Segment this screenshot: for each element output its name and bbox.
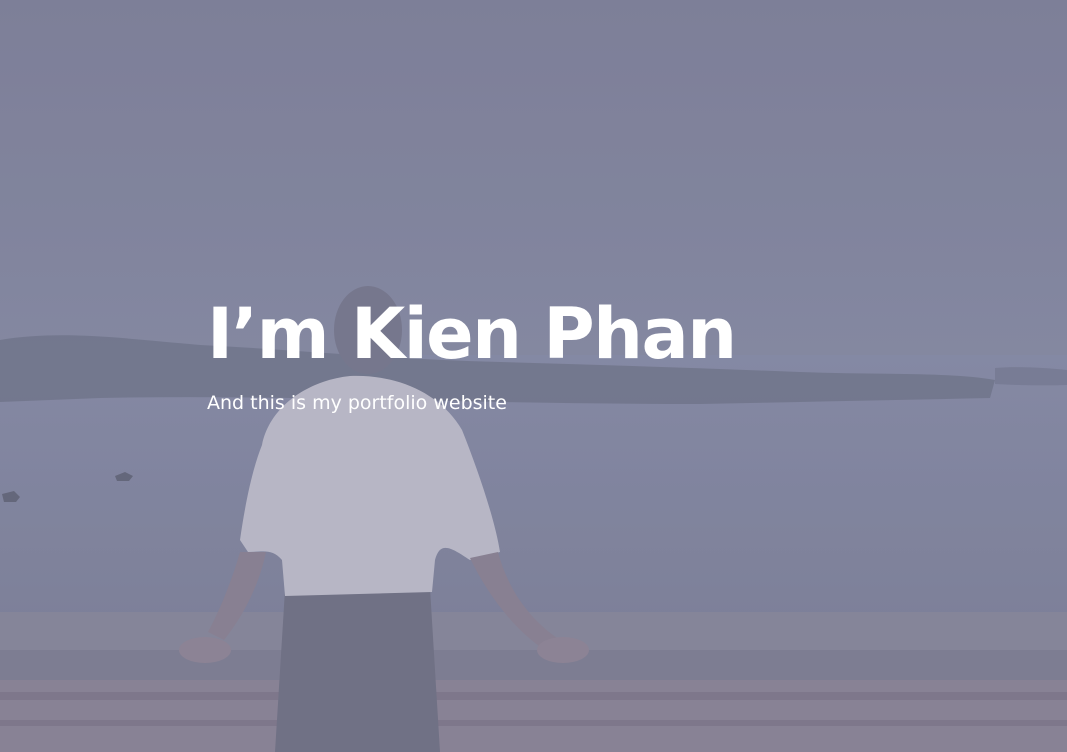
hero-section: I’m Kien Phan And this is my portfolio w… [0,0,1067,752]
hero-title: I’m Kien Phan [207,293,737,375]
hero-subtitle: And this is my portfolio website [207,392,507,414]
hero-text-block: I’m Kien Phan And this is my portfolio w… [207,292,737,416]
